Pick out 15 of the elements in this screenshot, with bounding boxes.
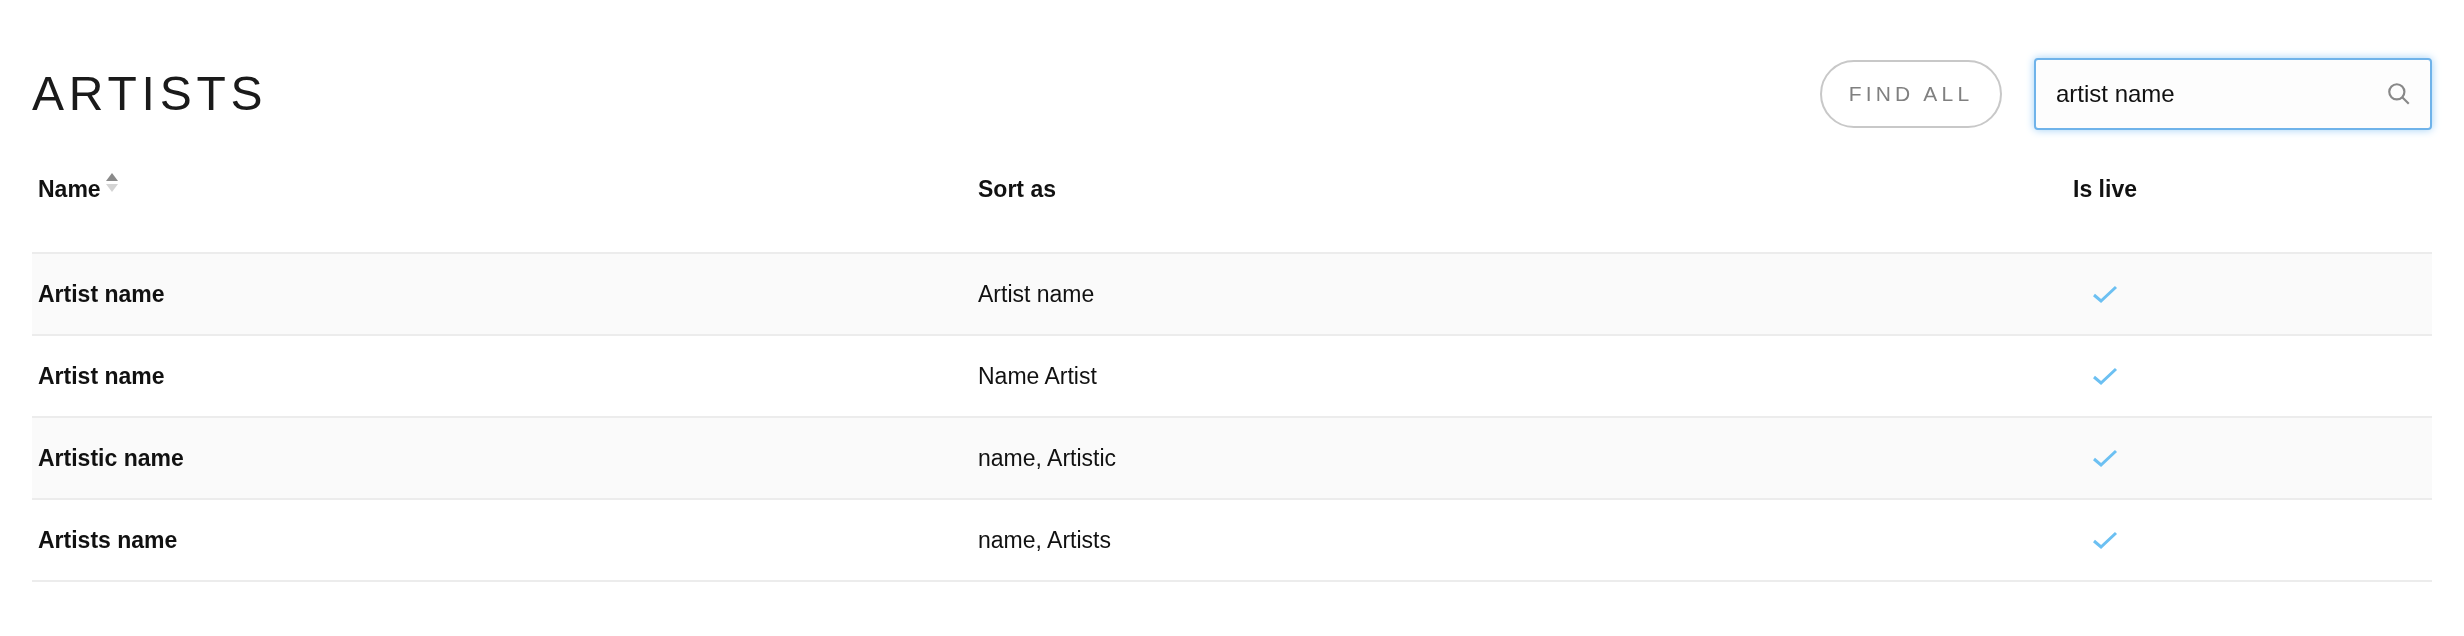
artist-name: Artistic name bbox=[38, 444, 184, 471]
artist-name: Artist name bbox=[38, 362, 165, 389]
artist-name: Artist name bbox=[38, 280, 165, 307]
search-icon[interactable] bbox=[2386, 81, 2412, 107]
column-header: Sort as bbox=[978, 174, 1056, 204]
sort-as-text: name, Artistic bbox=[978, 444, 1117, 471]
column-header[interactable]: Name bbox=[38, 171, 101, 206]
search-field[interactable]: artist name bbox=[2034, 58, 2432, 130]
sort-as-text: name, Artists bbox=[978, 526, 1111, 553]
artist-name: Artists name bbox=[38, 526, 178, 553]
sort-as-text: Name Artist bbox=[978, 362, 1097, 389]
page-title: ARTISTS bbox=[32, 70, 268, 118]
find-all-button[interactable]: FIND ALL bbox=[1820, 60, 2002, 128]
sort-as-text: Artist name bbox=[978, 280, 1095, 307]
column-header: Is live bbox=[2073, 174, 2137, 204]
